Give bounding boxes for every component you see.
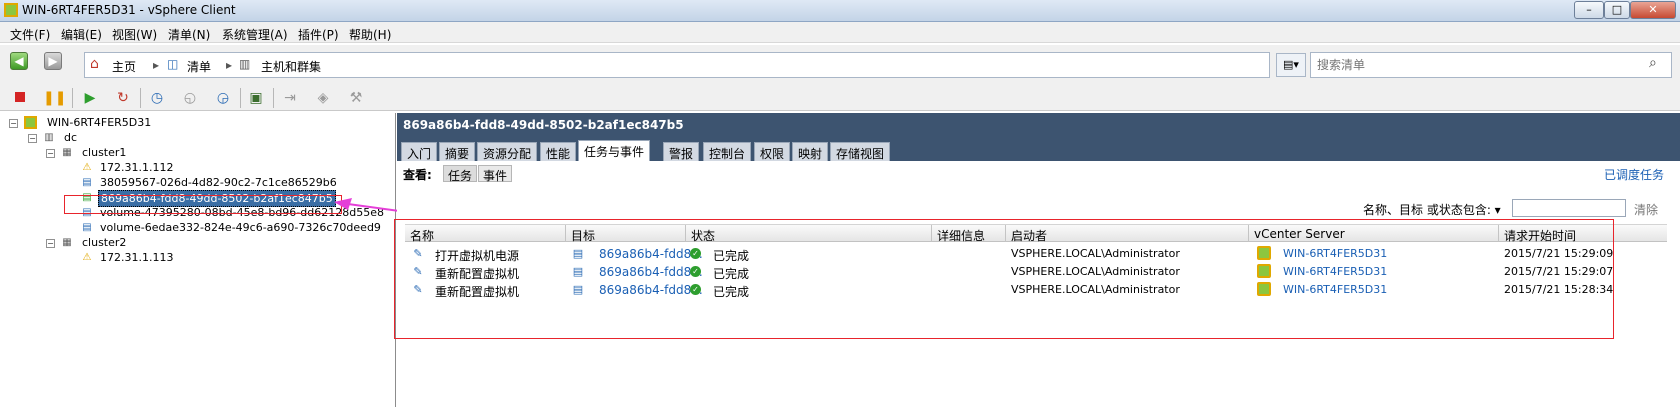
- tree-node-vcenter[interactable]: WIN-6RT4FER5D31: [47, 116, 151, 129]
- collapse-toggle[interactable]: −: [28, 134, 37, 143]
- menu-bar: 文件(F) 编辑(E) 视图(W) 清单(N) 系统管理(A) 插件(P) 帮助…: [0, 22, 1680, 43]
- window-title: WIN-6RT4FER5D31 - vSphere Client: [22, 3, 236, 17]
- hosts-clusters-icon: ▥: [239, 57, 251, 71]
- view-events-button[interactable]: 事件: [478, 165, 513, 183]
- cluster-icon: ▦: [62, 147, 72, 158]
- tab-maps[interactable]: 映射: [792, 142, 829, 161]
- tab-alarms[interactable]: 警报: [663, 142, 700, 161]
- tree-node-datacenter[interactable]: dc: [64, 131, 77, 144]
- detail-title: 869a86b4-fdd8-49dd-8502-b2af1ec847b5: [397, 113, 1680, 139]
- annotation-box-grid: [394, 219, 1614, 339]
- tab-storage-views[interactable]: 存储视图: [830, 142, 891, 161]
- inventory-icon: ◫: [167, 57, 179, 71]
- console-icon[interactable]: ▣: [246, 88, 266, 108]
- title-bar: WIN-6RT4FER5D31 - vSphere Client – □ ✕: [0, 0, 1680, 22]
- annotation-box-tree: [64, 195, 342, 214]
- menu-help[interactable]: 帮助(H): [349, 26, 391, 43]
- search-input[interactable]: [1317, 56, 1637, 74]
- search-scope-dropdown[interactable]: ▤▾: [1276, 53, 1306, 77]
- search-icon[interactable]: ⌕: [1649, 55, 1657, 71]
- view-row: 查看: 任务 事件 已调度任务: [397, 162, 1680, 186]
- forward-arrow-icon[interactable]: ▶: [44, 52, 62, 70]
- breadcrumb-home[interactable]: 主页: [112, 58, 136, 75]
- tab-tasks-events[interactable]: 任务与事件: [578, 140, 651, 161]
- migrate-icon[interactable]: ⇥: [280, 88, 300, 108]
- tab-bar: 入门 摘要 资源分配 性能 任务与事件 警报 控制台 权限 映射 存储视图: [397, 139, 1680, 161]
- toolbar: ❚❚ ▶ ↻ ◷ ◵ ◶ ▣ ⇥ ◈ ⚒: [0, 83, 1680, 111]
- breadcrumb: ⌂ 主页 ▸ ◫ 清单 ▸ ▥ 主机和群集: [84, 52, 1270, 78]
- chevron-right-icon: ▸: [226, 58, 233, 72]
- breadcrumb-inventory[interactable]: 清单: [187, 58, 211, 75]
- tree-node-vm1[interactable]: 38059567-026d-4d82-90c2-7c1ce86529b6: [100, 176, 337, 189]
- vm-icon: ▤: [82, 177, 92, 188]
- tab-getting-started[interactable]: 入门: [401, 142, 438, 161]
- menu-view[interactable]: 视图(W): [112, 26, 157, 43]
- search-box: ⌕: [1310, 52, 1672, 78]
- collapse-toggle[interactable]: −: [9, 119, 18, 128]
- toolbar-separator: [240, 88, 241, 108]
- clear-button[interactable]: 清除: [1634, 201, 1658, 218]
- menu-inventory[interactable]: 清单(N): [168, 26, 210, 43]
- menu-edit[interactable]: 编辑(E): [61, 26, 102, 43]
- snapshot-manager-icon[interactable]: ◶: [213, 88, 233, 108]
- tree-node-host2[interactable]: 172.31.1.113: [100, 251, 173, 264]
- reset-icon[interactable]: ↻: [113, 88, 133, 108]
- host-warning-icon: ⚠: [82, 162, 92, 173]
- snapshot-icon[interactable]: ◷: [147, 88, 167, 108]
- datacenter-icon: ▥: [44, 132, 54, 143]
- tab-performance[interactable]: 性能: [540, 142, 577, 161]
- cluster-icon: ▦: [62, 237, 72, 248]
- menu-plugins[interactable]: 插件(P): [298, 26, 339, 43]
- scheduled-tasks-link[interactable]: 已调度任务: [1604, 166, 1664, 183]
- filter-input[interactable]: [1512, 199, 1626, 217]
- toolbar-separator: [72, 88, 73, 108]
- wrench-icon[interactable]: ⚒: [346, 88, 366, 108]
- vcenter-icon: [24, 116, 37, 129]
- filter-label[interactable]: 名称、目标 或状态包含: ▾: [1363, 201, 1501, 218]
- tree-node-cluster1[interactable]: cluster1: [82, 146, 126, 159]
- menu-admin[interactable]: 系统管理(A): [222, 26, 288, 43]
- tab-permissions[interactable]: 权限: [754, 142, 791, 161]
- vm-icon: ▤: [82, 222, 92, 233]
- chevron-right-icon: ▸: [153, 58, 160, 72]
- menu-file[interactable]: 文件(F): [10, 26, 50, 43]
- tree-node-host1[interactable]: 172.31.1.112: [100, 161, 173, 174]
- host-warning-icon: ⚠: [82, 252, 92, 263]
- app-icon: [4, 3, 18, 17]
- breadcrumb-hosts-clusters[interactable]: 主机和群集: [261, 58, 321, 75]
- stop-icon[interactable]: [10, 88, 30, 108]
- view-tasks-button[interactable]: 任务: [443, 165, 478, 183]
- tab-resource-allocation[interactable]: 资源分配: [477, 142, 538, 161]
- collapse-toggle[interactable]: −: [46, 149, 55, 158]
- collapse-toggle[interactable]: −: [46, 239, 55, 248]
- revert-snapshot-icon[interactable]: ◵: [180, 88, 200, 108]
- tag-icon[interactable]: ◈: [313, 88, 333, 108]
- minimize-button[interactable]: –: [1574, 1, 1604, 19]
- back-arrow-icon[interactable]: ◀: [10, 52, 28, 70]
- tab-summary[interactable]: 摘要: [439, 142, 476, 161]
- toolbar-separator: [273, 88, 274, 108]
- pause-icon[interactable]: ❚❚: [43, 88, 66, 108]
- play-icon[interactable]: ▶: [80, 88, 100, 108]
- inventory-tree: − WIN-6RT4FER5D31 − ▥ dc − ▦ cluster1 ⚠ …: [0, 113, 396, 407]
- toolbar-separator: [140, 88, 141, 108]
- maximize-button[interactable]: □: [1604, 1, 1630, 19]
- tree-node-cluster2[interactable]: cluster2: [82, 236, 126, 249]
- home-icon: ⌂: [90, 56, 99, 72]
- close-button[interactable]: ✕: [1630, 1, 1676, 19]
- tab-console[interactable]: 控制台: [703, 142, 752, 161]
- view-label: 查看:: [403, 168, 432, 182]
